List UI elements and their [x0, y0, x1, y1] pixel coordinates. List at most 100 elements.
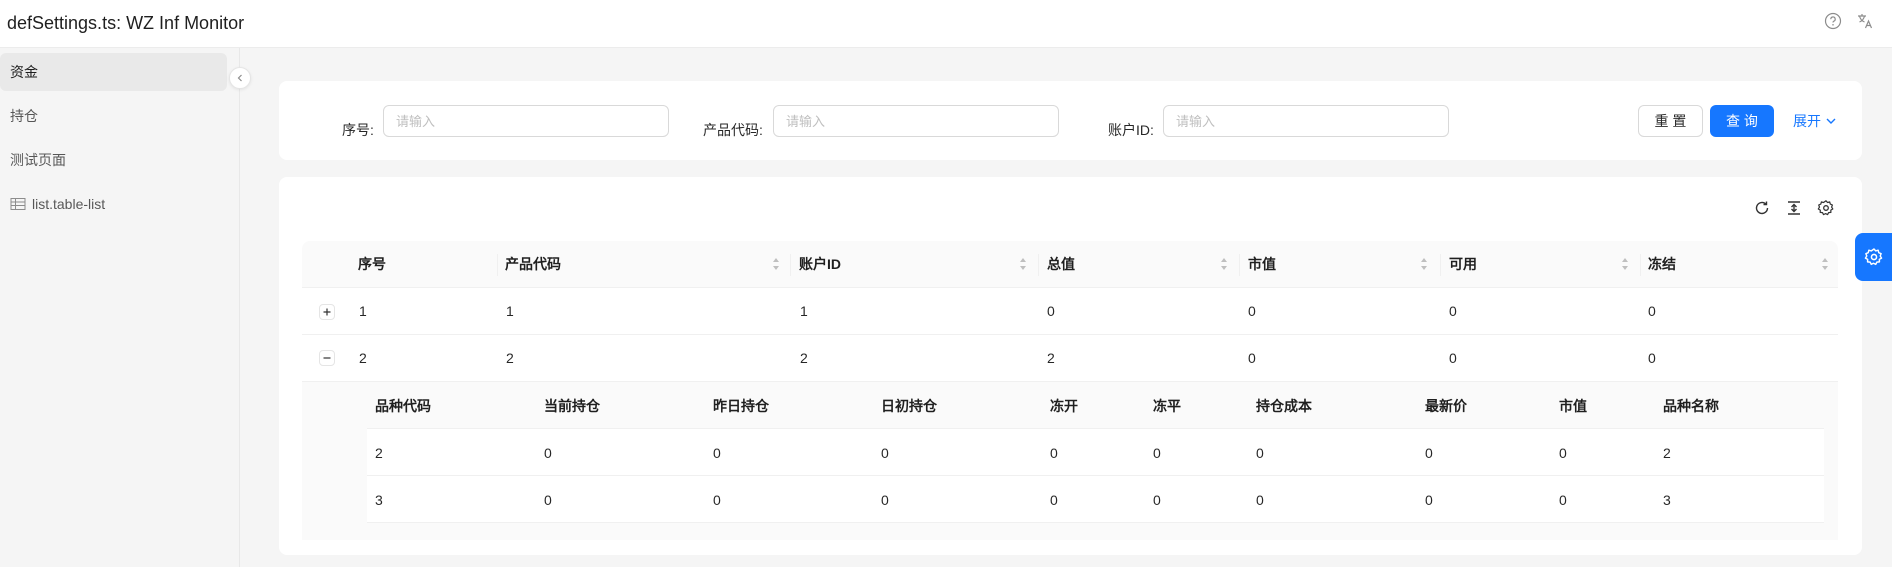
table-cell: 0 [1648, 350, 1656, 366]
table-cell: 0 [1648, 303, 1656, 319]
expand-button[interactable]: 展开 [1787, 105, 1843, 137]
nested-table-cell: 0 [713, 445, 721, 461]
sidebar-item-table-list[interactable]: list.table-list [0, 185, 227, 223]
table-icon [10, 197, 26, 211]
sidebar-item-label: 测试页面 [10, 152, 66, 168]
nested-table-cell: 0 [544, 445, 552, 461]
nested-table-cell: 3 [375, 492, 383, 508]
column-header-account-id[interactable]: 账户ID [799, 241, 841, 288]
column-divider [1239, 254, 1240, 276]
column-header-frozen[interactable]: 冻结 [1648, 241, 1676, 288]
nested-table-cell: 2 [1663, 445, 1671, 461]
nested-column-header: 品种名称 [1663, 398, 1719, 414]
sidebar-item-label: 持仓 [10, 108, 38, 124]
nested-row-divider [367, 522, 1824, 523]
table-cell: 2 [506, 350, 514, 366]
column-header-product-code[interactable]: 产品代码 [505, 241, 561, 288]
nested-table-cell: 2 [375, 445, 383, 461]
product-code-label: 产品代码: [703, 122, 763, 138]
query-button[interactable]: 查 询 [1710, 105, 1774, 137]
nested-row-divider [367, 475, 1824, 476]
nested-table-cell: 0 [1559, 492, 1567, 508]
nested-table-cell: 0 [1425, 492, 1433, 508]
sidebar-collapse-button[interactable] [229, 67, 251, 89]
nested-table-cell: 0 [1425, 445, 1433, 461]
nested-table-cell: 0 [713, 492, 721, 508]
seq-input[interactable] [383, 105, 669, 137]
sidebar-item-label: list.table-list [32, 196, 106, 212]
sidebar-item-funds[interactable]: 资金 [0, 53, 227, 91]
header-actions [1824, 12, 1874, 30]
sidebar-item-label: 资金 [10, 64, 38, 80]
table-cell: 0 [1248, 303, 1256, 319]
column-header-seq[interactable]: 序号 [358, 241, 386, 288]
nested-column-header: 持仓成本 [1256, 398, 1312, 414]
column-divider [1640, 254, 1641, 276]
table-cell: 2 [359, 350, 367, 366]
sort-icon[interactable] [1219, 256, 1229, 272]
reload-icon[interactable] [1753, 199, 1771, 217]
nested-table-cell: 0 [1050, 445, 1058, 461]
row-divider [302, 334, 1838, 335]
table-cell: 1 [506, 303, 514, 319]
gear-icon [1864, 248, 1882, 266]
plus-icon [323, 308, 331, 316]
table-cell: 2 [800, 350, 808, 366]
table-cell: 0 [1047, 303, 1055, 319]
sidebar-item-positions[interactable]: 持仓 [0, 97, 227, 135]
help-icon[interactable] [1824, 12, 1842, 30]
nested-table-cell: 0 [1559, 445, 1567, 461]
column-header-market-value[interactable]: 市值 [1248, 241, 1276, 288]
minus-icon [323, 357, 331, 359]
nested-column-header: 日初持仓 [881, 398, 937, 414]
column-divider [1440, 254, 1441, 276]
app-header: defSettings.ts: WZ Inf Monitor [0, 0, 1892, 48]
nested-column-header: 当前持仓 [544, 398, 600, 414]
column-divider [1038, 254, 1039, 276]
nested-column-header: 最新价 [1425, 398, 1467, 414]
sort-icon[interactable] [1620, 256, 1630, 272]
nested-column-header: 冻平 [1153, 398, 1181, 414]
chevron-down-icon [1826, 118, 1836, 124]
table-cell: 1 [359, 303, 367, 319]
product-code-input[interactable] [773, 105, 1059, 137]
nested-table-cell: 0 [544, 492, 552, 508]
nested-table-cell: 0 [881, 492, 889, 508]
column-header-total[interactable]: 总值 [1047, 241, 1075, 288]
settings-drawer-button[interactable] [1855, 233, 1892, 281]
table-cell: 0 [1248, 350, 1256, 366]
account-id-label: 账户ID: [1108, 122, 1154, 138]
sort-icon[interactable] [1419, 256, 1429, 272]
nested-column-header: 品种代码 [375, 398, 431, 414]
reset-button[interactable]: 重 置 [1638, 105, 1703, 137]
sidebar-item-test-page[interactable]: 测试页面 [0, 141, 227, 179]
table-cell: 0 [1449, 303, 1457, 319]
translate-icon[interactable] [1856, 12, 1874, 30]
app-title: defSettings.ts: WZ Inf Monitor [7, 13, 245, 33]
nested-column-header: 市值 [1559, 398, 1587, 414]
sort-icon[interactable] [771, 256, 781, 272]
column-divider [497, 254, 498, 276]
nested-table-cell: 0 [1256, 492, 1264, 508]
expand-label: 展开 [1793, 113, 1821, 129]
nested-column-header: 昨日持仓 [713, 398, 769, 414]
setting-icon[interactable] [1817, 199, 1835, 217]
nested-table-cell: 0 [1050, 492, 1058, 508]
chevron-left-icon [237, 74, 242, 82]
nested-table-cell: 0 [1153, 445, 1161, 461]
table-cell: 2 [1047, 350, 1055, 366]
column-header-available[interactable]: 可用 [1449, 241, 1477, 288]
seq-label: 序号: [342, 122, 374, 138]
sort-icon[interactable] [1018, 256, 1028, 272]
sort-icon[interactable] [1820, 256, 1830, 272]
column-divider [790, 254, 791, 276]
density-icon[interactable] [1785, 199, 1803, 217]
nested-table-cell: 0 [1256, 445, 1264, 461]
nested-table-cell: 3 [1663, 492, 1671, 508]
account-id-input[interactable] [1163, 105, 1449, 137]
table-cell: 0 [1449, 350, 1457, 366]
sidebar: 资金 持仓 测试页面 list.table-list [0, 48, 240, 567]
nested-table-cell: 0 [1153, 492, 1161, 508]
row-collapse-toggle[interactable] [319, 350, 335, 366]
row-expand-toggle[interactable] [319, 304, 335, 320]
